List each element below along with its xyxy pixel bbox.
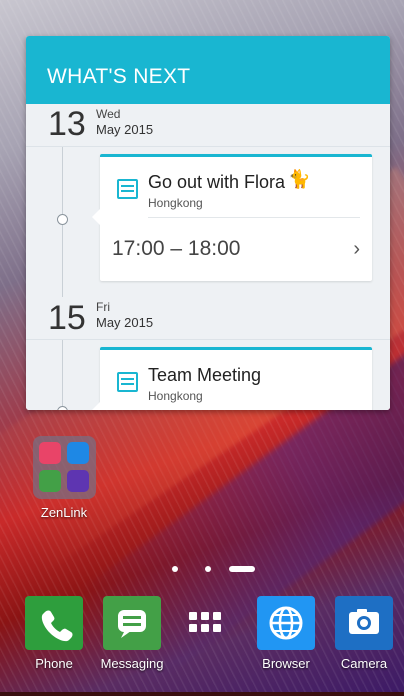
calendar-icon — [117, 179, 138, 199]
date-header: 15 Fri May 2015 — [26, 297, 390, 340]
dock-label: Phone — [35, 656, 73, 671]
divider — [148, 217, 360, 218]
event-card[interactable]: Go out with Flora 🐈 Hongkong 17:00 – 18:… — [92, 154, 372, 281]
date-header: 13 Wed May 2015 — [26, 104, 390, 147]
message-icon[interactable] — [103, 596, 161, 650]
event-time: 17:00 – 18:00 — [112, 237, 241, 260]
pc-link-icon — [67, 470, 89, 492]
zenlink-folder[interactable] — [33, 436, 96, 499]
chevron-right-icon[interactable]: › — [353, 238, 360, 261]
page-dot[interactable] — [205, 566, 211, 572]
event-location: Hongkong — [148, 389, 203, 403]
folder-label: ZenLink — [40, 505, 88, 520]
timeline-dot — [57, 214, 68, 225]
remote-link-icon — [67, 442, 89, 464]
dock-label: Camera — [340, 656, 388, 671]
calendar-icon — [117, 372, 138, 392]
day-of-week: Fri — [96, 300, 110, 314]
month-year: May 2015 — [96, 315, 154, 330]
event-card[interactable]: Team Meeting Hongkong — [92, 347, 372, 410]
camera-icon[interactable] — [335, 596, 393, 650]
bottom-edge — [0, 692, 404, 696]
month-year: May 2015 — [96, 122, 154, 137]
phone-icon[interactable] — [25, 596, 83, 650]
share-link-icon — [39, 442, 61, 464]
day-number: 15 — [48, 299, 86, 337]
events-list: Team Meeting Hongkong — [26, 340, 390, 410]
dock-label: Browser — [262, 656, 310, 671]
widget-title: WHAT'S NEXT — [47, 65, 191, 88]
events-list: Go out with Flora 🐈 Hongkong 17:00 – 18:… — [26, 147, 390, 297]
event-location: Hongkong — [148, 196, 203, 210]
whats-next-widget[interactable]: WHAT'S NEXT 13 Wed May 2015 Go out with … — [26, 36, 390, 410]
widget-header: WHAT'S NEXT — [26, 36, 390, 104]
timeline-line — [62, 340, 63, 410]
event-title: Go out with Flora — [148, 172, 286, 192]
day-of-week: Wed — [96, 107, 121, 121]
page-dot-active[interactable] — [229, 566, 255, 572]
all-apps-icon[interactable] — [189, 612, 225, 634]
page-dot[interactable] — [172, 566, 178, 572]
timeline-dot — [57, 406, 68, 410]
globe-icon[interactable] — [257, 596, 315, 650]
day-number: 13 — [48, 105, 86, 143]
cat-emoji-icon: 🐈 — [288, 169, 311, 189]
dock-label: Messaging — [100, 656, 164, 671]
event-title: Team Meeting — [148, 365, 262, 385]
party-link-icon — [39, 470, 61, 492]
